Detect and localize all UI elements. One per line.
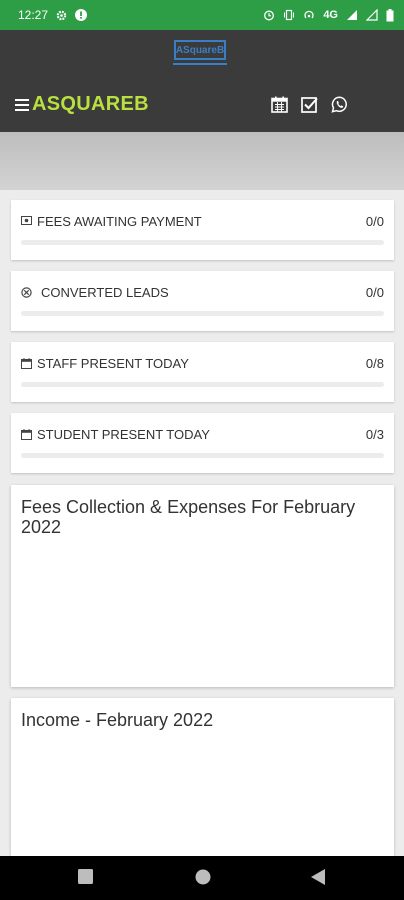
- stat-card-student-present[interactable]: STUDENT PRESENT TODAY 0/3: [11, 413, 394, 473]
- recents-button[interactable]: [78, 869, 93, 889]
- navigation-bar: [0, 856, 404, 900]
- checkbox-icon[interactable]: [301, 96, 319, 114]
- income-panel: Income - February 2022: [11, 698, 394, 856]
- header-banner: [0, 132, 404, 190]
- stat-value: 0/0: [365, 285, 384, 300]
- progress-bar: [21, 382, 384, 387]
- money-icon: [21, 216, 32, 227]
- back-button[interactable]: [311, 869, 325, 890]
- stat-label: CONVERTED LEADS: [21, 285, 169, 300]
- progress-bar: [21, 453, 384, 458]
- hotspot-icon: [303, 9, 315, 21]
- fees-collection-panel: Fees Collection & Expenses For February …: [11, 485, 394, 687]
- battery-icon: [386, 8, 394, 22]
- stat-label-text: STAFF PRESENT TODAY: [37, 356, 189, 371]
- stat-card-fees-awaiting[interactable]: FEES AWAITING PAYMENT 0/0: [11, 200, 394, 260]
- logo-underline: [173, 63, 227, 65]
- stat-label-text: STUDENT PRESENT TODAY: [37, 427, 210, 442]
- status-bar: 12:27 4G: [0, 0, 404, 30]
- stat-value: 0/8: [365, 356, 384, 371]
- stat-value: 0/3: [365, 427, 384, 442]
- clock: 12:27: [18, 8, 49, 22]
- header-actions: [271, 96, 349, 114]
- stat-value: 0/0: [365, 214, 384, 229]
- stat-label-text: FEES AWAITING PAYMENT: [37, 214, 202, 229]
- calendar-icon: [21, 358, 32, 369]
- panel-title: Fees Collection & Expenses For February …: [21, 497, 356, 537]
- target-icon: [21, 287, 32, 298]
- stat-card-converted-leads[interactable]: CONVERTED LEADS 0/0: [11, 271, 394, 331]
- progress-bar: [21, 240, 384, 245]
- calendar-icon[interactable]: [271, 96, 289, 114]
- stat-label: FEES AWAITING PAYMENT: [21, 214, 202, 229]
- signal-icon: [346, 9, 358, 21]
- whatsapp-icon[interactable]: [331, 96, 349, 114]
- app-title: ASQUAREB: [32, 93, 149, 115]
- alert-icon: [75, 9, 88, 21]
- stat-label: STAFF PRESENT TODAY: [21, 356, 189, 371]
- vibrate-icon: [283, 9, 295, 21]
- progress-bar: [21, 311, 384, 316]
- stat-card-staff-present[interactable]: STAFF PRESENT TODAY 0/8: [11, 342, 394, 402]
- home-button[interactable]: [195, 869, 211, 890]
- stat-label: STUDENT PRESENT TODAY: [21, 427, 210, 442]
- calendar-icon: [21, 429, 32, 440]
- menu-icon[interactable]: [15, 99, 29, 111]
- alarm-icon: [263, 9, 275, 21]
- stat-label-text: CONVERTED LEADS: [41, 285, 169, 300]
- network-type: 4G: [323, 9, 338, 21]
- panel-title: Income - February 2022: [21, 710, 214, 730]
- wifi-icon: [366, 9, 378, 21]
- logo-box: ASquareB: [174, 40, 226, 60]
- settings-icon: [56, 10, 67, 21]
- app-header: ASquareB ASQUAREB: [0, 30, 404, 132]
- app-logo: ASquareB: [170, 40, 230, 74]
